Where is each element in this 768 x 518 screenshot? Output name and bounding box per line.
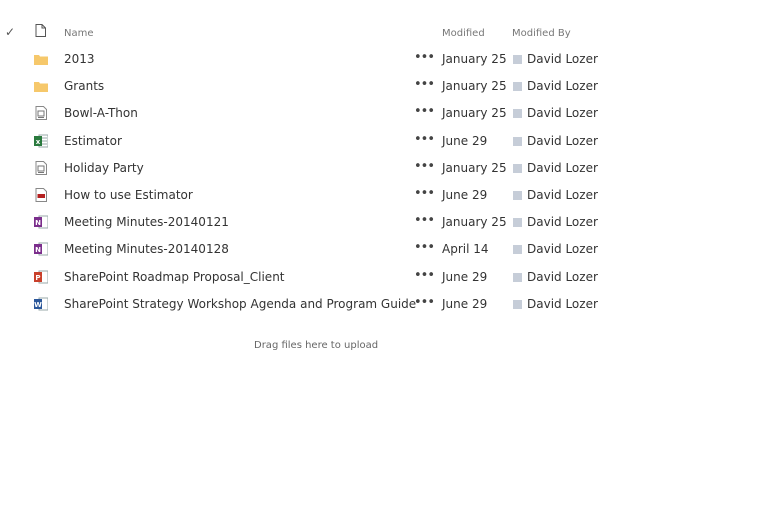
column-header-modified-by[interactable]: Modified By — [512, 28, 571, 39]
presence-icon — [513, 82, 522, 92]
svg-text:N: N — [35, 219, 41, 227]
modified-by-link[interactable]: David Lozer — [527, 161, 598, 175]
modified-date: January 25 — [442, 106, 507, 121]
svg-text:x: x — [36, 138, 41, 146]
modified-date: January 25 — [442, 215, 507, 230]
file-row[interactable]: P SharePoint Roadmap Proposal_Client ••• Ju… — [0, 264, 768, 291]
file-name-link[interactable]: Meeting Minutes-20140121 — [64, 215, 229, 229]
word-file-icon: W — [34, 297, 48, 311]
column-header-modified[interactable]: Modified — [442, 28, 485, 39]
presence-icon — [513, 191, 522, 200]
modified-by-link[interactable]: David Lozer — [527, 106, 598, 120]
modified-date: June 29 — [442, 188, 488, 202]
file-row[interactable]: Bowl-A-Thon ••• January 25 David Lozer — [0, 100, 768, 127]
file-name-link[interactable]: How to use Estimator — [64, 188, 193, 202]
more-options-icon[interactable]: ••• — [414, 213, 435, 228]
modified-by-link[interactable]: David Lozer — [527, 134, 598, 148]
modified-by-link[interactable]: David Lozer — [527, 270, 598, 284]
more-options-icon[interactable]: ••• — [414, 186, 435, 201]
more-options-icon[interactable]: ••• — [414, 268, 435, 283]
svg-text:P: P — [35, 274, 40, 282]
onenote-file-icon: N — [34, 215, 48, 229]
file-row[interactable]: N Meeting Minutes-20140121 ••• January 25 Da… — [0, 209, 768, 236]
powerpoint-file-icon: P — [34, 270, 48, 284]
column-header-name[interactable]: Name — [64, 28, 94, 39]
svg-text:N: N — [35, 246, 41, 254]
file-name-link[interactable]: SharePoint Strategy Workshop Agenda and … — [64, 297, 416, 311]
file-row[interactable]: x Estimator ••• June 29 David Lozer — [0, 128, 768, 155]
modified-by-link[interactable]: David Lozer — [527, 297, 598, 311]
file-name-link[interactable]: 2013 — [64, 52, 95, 66]
folder-file-icon — [34, 82, 48, 93]
presence-icon — [513, 55, 522, 64]
more-options-icon[interactable]: ••• — [414, 104, 435, 119]
document-type-icon[interactable] — [35, 24, 46, 37]
more-options-icon[interactable]: ••• — [414, 240, 435, 255]
upload-drop-hint: Drag files here to upload — [254, 340, 379, 351]
select-all-checkmark[interactable]: ✓ — [5, 25, 15, 39]
modified-date: January 25 — [442, 52, 507, 66]
modified-date: April 14 — [442, 242, 489, 257]
presence-icon — [513, 272, 522, 282]
pdf-file-icon — [35, 188, 47, 202]
modified-date: January 25 — [442, 160, 507, 175]
more-options-icon[interactable]: ••• — [414, 77, 435, 92]
onenote-file-icon: N — [34, 242, 48, 256]
modified-by-link[interactable]: David Lozer — [527, 79, 598, 93]
folder-file-icon — [34, 55, 48, 65]
modified-date: January 25 — [442, 79, 507, 94]
modified-by-link[interactable]: David Lozer — [527, 188, 598, 202]
modified-by-link[interactable]: David Lozer — [527, 52, 598, 66]
file-name-link[interactable]: Bowl-A-Thon — [64, 106, 138, 120]
more-options-icon[interactable]: ••• — [414, 295, 435, 310]
modified-date: June 29 — [442, 269, 488, 284]
excel-file-icon: x — [34, 134, 48, 148]
file-row[interactable]: Holiday Party ••• January 25 David Lozer — [0, 155, 768, 182]
file-row[interactable]: Grants ••• January 25 David Lozer — [0, 73, 768, 100]
presence-icon — [513, 245, 522, 255]
file-name-link[interactable]: SharePoint Roadmap Proposal_Client — [64, 270, 285, 284]
file-name-link[interactable]: Grants — [64, 79, 104, 93]
file-row[interactable]: How to use Estimator ••• June 29 David Loze… — [0, 182, 768, 209]
list-header: ✓ Name Modified Modified By — [0, 0, 768, 46]
modified-by-link[interactable]: David Lozer — [527, 215, 598, 229]
presence-icon — [513, 299, 522, 309]
more-options-icon[interactable]: ••• — [414, 50, 435, 65]
modified-by-link[interactable]: David Lozer — [527, 242, 598, 256]
generic-file-icon — [35, 106, 47, 121]
presence-icon — [513, 136, 522, 146]
more-options-icon[interactable]: ••• — [414, 132, 435, 147]
file-name-link[interactable]: Meeting Minutes-20140128 — [64, 242, 229, 256]
file-name-link[interactable]: Holiday Party — [64, 161, 144, 175]
svg-text:W: W — [34, 301, 42, 309]
presence-icon — [513, 109, 522, 119]
file-row[interactable]: W SharePoint Strategy Workshop Agenda and… — [0, 291, 768, 318]
presence-icon — [513, 163, 522, 173]
more-options-icon[interactable]: ••• — [414, 159, 435, 174]
modified-date: June 29 — [442, 296, 488, 311]
file-row[interactable]: 2013 ••• January 25 David Lozer — [0, 46, 768, 73]
file-row[interactable]: N Meeting Minutes-20140128 ••• April 14 Davi… — [0, 236, 768, 263]
modified-date: June 29 — [442, 133, 488, 148]
file-name-link[interactable]: Estimator — [64, 134, 122, 148]
generic-file-icon — [35, 160, 47, 175]
presence-icon — [513, 218, 522, 228]
